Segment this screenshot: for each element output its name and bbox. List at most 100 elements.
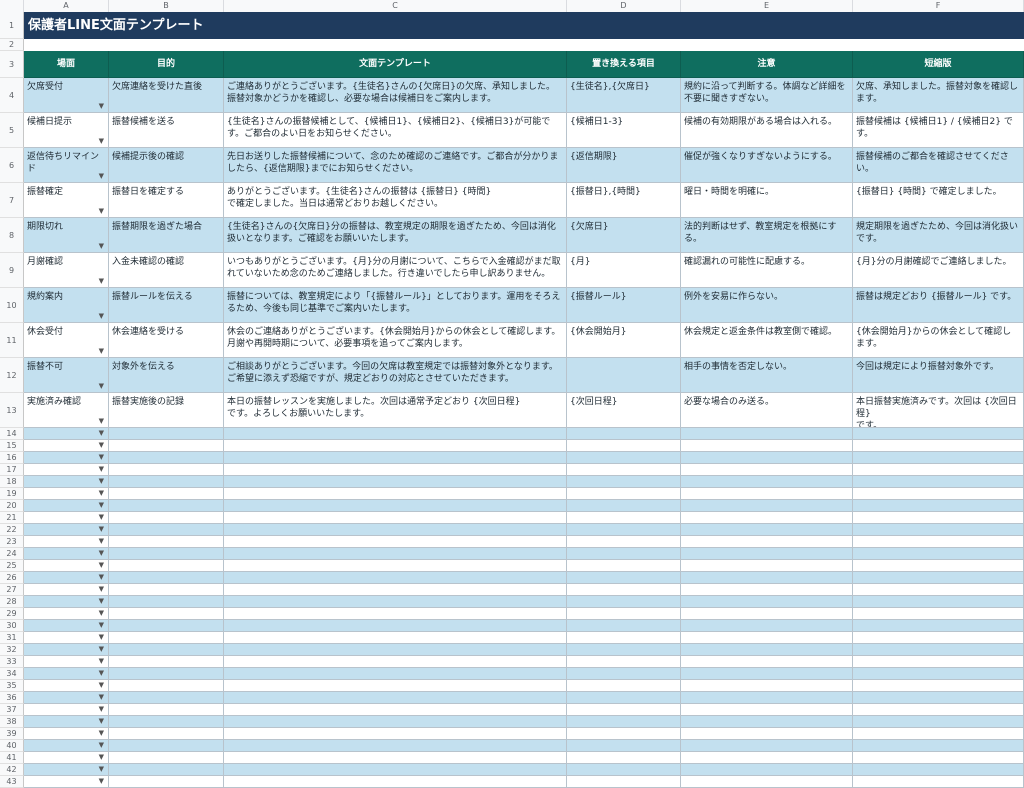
cell-scene[interactable]: 実施済み確認 ▼ bbox=[24, 393, 109, 428]
empty-cell[interactable] bbox=[567, 680, 681, 692]
dropdown-chevron-icon[interactable]: ▼ bbox=[99, 549, 104, 557]
cell-note[interactable]: 候補の有効期限がある場合は入れる。 bbox=[681, 113, 853, 148]
empty-cell[interactable] bbox=[681, 776, 853, 788]
dropdown-chevron-icon[interactable]: ▼ bbox=[99, 609, 104, 617]
empty-cell[interactable] bbox=[853, 620, 1024, 632]
empty-cell[interactable] bbox=[567, 548, 681, 560]
empty-cell[interactable] bbox=[224, 596, 567, 608]
cell-replace[interactable]: {月} bbox=[567, 253, 681, 288]
row-number[interactable]: 12 bbox=[0, 358, 24, 393]
empty-cell[interactable] bbox=[567, 692, 681, 704]
row-number[interactable]: 11 bbox=[0, 323, 24, 358]
empty-cell[interactable] bbox=[567, 512, 681, 524]
empty-cell[interactable] bbox=[853, 428, 1024, 440]
dropdown-chevron-icon[interactable]: ▼ bbox=[99, 729, 104, 737]
column-letter-d[interactable]: D bbox=[567, 0, 681, 12]
empty-cell[interactable]: ▼ bbox=[24, 764, 109, 776]
empty-cell[interactable] bbox=[109, 524, 224, 536]
cell-short[interactable]: 本日振替実施済みです。次回は {次回日程} です。 bbox=[853, 393, 1024, 428]
cell-purpose[interactable]: 対象外を伝える bbox=[109, 358, 224, 393]
empty-cell[interactable] bbox=[224, 524, 567, 536]
cell-replace[interactable]: {休会開始月} bbox=[567, 323, 681, 358]
empty-cell[interactable] bbox=[109, 764, 224, 776]
row-number[interactable]: 23 bbox=[0, 536, 24, 548]
cell-short[interactable]: {月}分の月謝確認でご連絡しました。 bbox=[853, 253, 1024, 288]
cell-short[interactable]: 規定期限を過ぎたため、今回は消化扱いです。 bbox=[853, 218, 1024, 253]
cell-purpose[interactable]: 振替実施後の記録 bbox=[109, 393, 224, 428]
empty-cell[interactable] bbox=[681, 692, 853, 704]
dropdown-chevron-icon[interactable]: ▼ bbox=[99, 277, 104, 285]
empty-cell[interactable] bbox=[109, 620, 224, 632]
dropdown-chevron-icon[interactable]: ▼ bbox=[99, 137, 104, 145]
empty-cell[interactable]: ▼ bbox=[24, 488, 109, 500]
empty-cell[interactable] bbox=[681, 608, 853, 620]
cell-purpose[interactable]: 振替期限を過ぎた場合 bbox=[109, 218, 224, 253]
row-number[interactable]: 33 bbox=[0, 656, 24, 668]
empty-cell[interactable] bbox=[109, 476, 224, 488]
cell-short[interactable]: 振替候補のご都合を確認させてください。 bbox=[853, 148, 1024, 183]
empty-cell[interactable] bbox=[567, 39, 681, 51]
empty-cell[interactable] bbox=[567, 740, 681, 752]
empty-cell[interactable] bbox=[567, 584, 681, 596]
empty-cell[interactable] bbox=[681, 752, 853, 764]
row-number[interactable]: 17 bbox=[0, 464, 24, 476]
empty-cell[interactable] bbox=[567, 716, 681, 728]
empty-cell[interactable] bbox=[681, 632, 853, 644]
dropdown-chevron-icon[interactable]: ▼ bbox=[99, 573, 104, 581]
empty-cell[interactable] bbox=[853, 596, 1024, 608]
column-header-purpose[interactable]: 目的 bbox=[109, 51, 224, 78]
empty-cell[interactable] bbox=[109, 428, 224, 440]
column-header-replace[interactable]: 置き換える項目 bbox=[567, 51, 681, 78]
empty-cell[interactable]: ▼ bbox=[24, 560, 109, 572]
dropdown-chevron-icon[interactable]: ▼ bbox=[99, 501, 104, 509]
cell-template[interactable]: 本日の振替レッスンを実施しました。次回は通常予定どおり {次回日程} です。よろ… bbox=[224, 393, 567, 428]
row-number[interactable]: 37 bbox=[0, 704, 24, 716]
cell-purpose[interactable]: 候補提示後の確認 bbox=[109, 148, 224, 183]
cell-purpose[interactable]: 振替日を確定する bbox=[109, 183, 224, 218]
empty-cell[interactable] bbox=[567, 656, 681, 668]
empty-cell[interactable] bbox=[224, 548, 567, 560]
row-number[interactable]: 27 bbox=[0, 584, 24, 596]
column-letter-f[interactable]: F bbox=[853, 0, 1024, 12]
empty-cell[interactable] bbox=[109, 488, 224, 500]
empty-cell[interactable]: ▼ bbox=[24, 632, 109, 644]
row-number[interactable]: 8 bbox=[0, 218, 24, 253]
empty-cell[interactable]: ▼ bbox=[24, 476, 109, 488]
empty-cell[interactable]: ▼ bbox=[24, 428, 109, 440]
empty-cell[interactable] bbox=[109, 584, 224, 596]
dropdown-chevron-icon[interactable]: ▼ bbox=[99, 657, 104, 665]
row-number[interactable]: 9 bbox=[0, 253, 24, 288]
empty-cell[interactable] bbox=[109, 548, 224, 560]
dropdown-chevron-icon[interactable]: ▼ bbox=[99, 489, 104, 497]
row-number[interactable]: 4 bbox=[0, 78, 24, 113]
cell-template[interactable]: いつもありがとうございます。{月}分の月謝について、こちらで入金確認がまだ取れて… bbox=[224, 253, 567, 288]
column-letter-a[interactable]: A bbox=[24, 0, 109, 12]
empty-cell[interactable] bbox=[853, 476, 1024, 488]
cell-template[interactable]: ありがとうございます。{生徒名}さんの振替は {振替日} {時間} で確定しまし… bbox=[224, 183, 567, 218]
empty-cell[interactable] bbox=[224, 584, 567, 596]
empty-cell[interactable] bbox=[681, 680, 853, 692]
empty-cell[interactable] bbox=[109, 752, 224, 764]
empty-cell[interactable]: ▼ bbox=[24, 608, 109, 620]
empty-cell[interactable]: ▼ bbox=[24, 656, 109, 668]
empty-cell[interactable] bbox=[224, 644, 567, 656]
row-number[interactable]: 21 bbox=[0, 512, 24, 524]
row-number[interactable]: 2 bbox=[0, 39, 24, 51]
row-number[interactable]: 38 bbox=[0, 716, 24, 728]
empty-cell[interactable] bbox=[681, 464, 853, 476]
empty-cell[interactable]: ▼ bbox=[24, 500, 109, 512]
empty-cell[interactable] bbox=[567, 632, 681, 644]
dropdown-chevron-icon[interactable]: ▼ bbox=[99, 453, 104, 461]
cell-purpose[interactable]: 入金未確認の確認 bbox=[109, 253, 224, 288]
empty-cell[interactable] bbox=[224, 656, 567, 668]
cell-replace[interactable] bbox=[567, 358, 681, 393]
row-number[interactable]: 31 bbox=[0, 632, 24, 644]
empty-cell[interactable] bbox=[853, 728, 1024, 740]
row-number[interactable]: 35 bbox=[0, 680, 24, 692]
empty-cell[interactable] bbox=[109, 560, 224, 572]
empty-cell[interactable] bbox=[853, 704, 1024, 716]
row-number[interactable]: 43 bbox=[0, 776, 24, 788]
empty-cell[interactable] bbox=[109, 440, 224, 452]
empty-cell[interactable] bbox=[109, 452, 224, 464]
column-letter-e[interactable]: E bbox=[681, 0, 853, 12]
